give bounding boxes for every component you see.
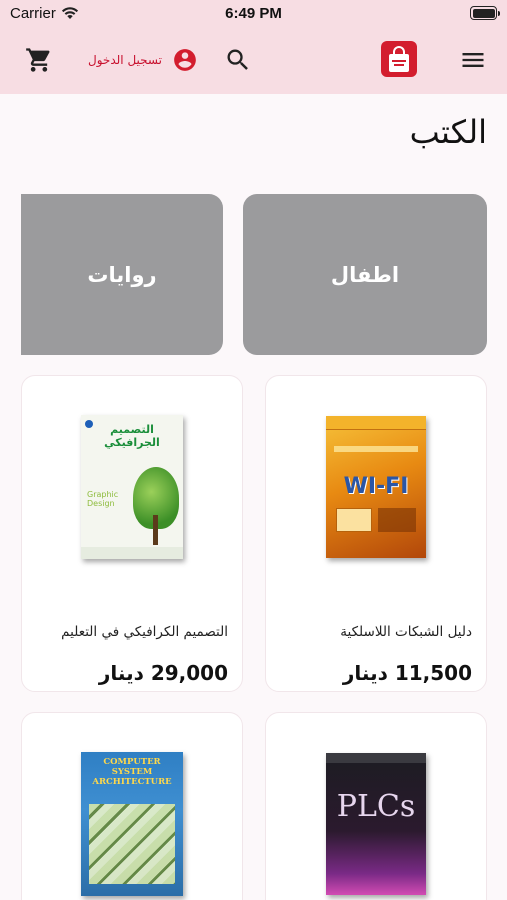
product-image: COMPUTER SYSTEM ARCHITECTURE (22, 713, 242, 900)
top-app-bar: تسجيل الدخول (0, 28, 507, 94)
product-card[interactable]: WI-FI دليل الشبكات اللاسلكية 11,500 دينا… (265, 375, 487, 692)
product-image: PLCs (266, 713, 486, 900)
product-name: دليل الشبكات اللاسلكية (340, 624, 472, 640)
product-price: 11,500 دينار (342, 661, 472, 685)
login-label: تسجيل الدخول (88, 53, 162, 67)
product-image: التصميم الجرافيكي Graphic Design (22, 376, 242, 598)
store-logo[interactable] (381, 41, 417, 77)
page-title: الكتب (409, 113, 487, 151)
menu-icon[interactable] (459, 46, 487, 74)
category-tile-novels[interactable]: روايات (21, 194, 223, 355)
product-card[interactable]: التصميم الجرافيكي Graphic Design التصميم… (21, 375, 243, 692)
status-time: 6:49 PM (225, 5, 282, 22)
product-price: 29,000 دينار (98, 661, 228, 685)
product-card[interactable]: PLCs (265, 712, 487, 900)
book-cover-plcs: PLCs (326, 753, 426, 895)
category-tile-children[interactable]: اطفال (243, 194, 487, 355)
status-bar: Carrier 6:49 PM (0, 0, 507, 28)
book-cover-computer-architecture: COMPUTER SYSTEM ARCHITECTURE (81, 752, 183, 896)
book-cover-graphic-design: التصميم الجرافيكي Graphic Design (81, 415, 183, 559)
search-icon[interactable] (224, 46, 252, 74)
account-circle-icon (174, 49, 196, 71)
product-name: التصميم الكرافيكي في التعليم (61, 624, 228, 640)
login-button[interactable]: تسجيل الدخول (88, 45, 198, 75)
shopping-cart-icon[interactable] (25, 46, 53, 74)
shopping-bag-logo-icon (389, 46, 409, 72)
battery-icon (470, 6, 500, 20)
product-card[interactable]: COMPUTER SYSTEM ARCHITECTURE (21, 712, 243, 900)
book-cover-wifi: WI-FI (326, 416, 426, 558)
product-image: WI-FI (266, 376, 486, 598)
